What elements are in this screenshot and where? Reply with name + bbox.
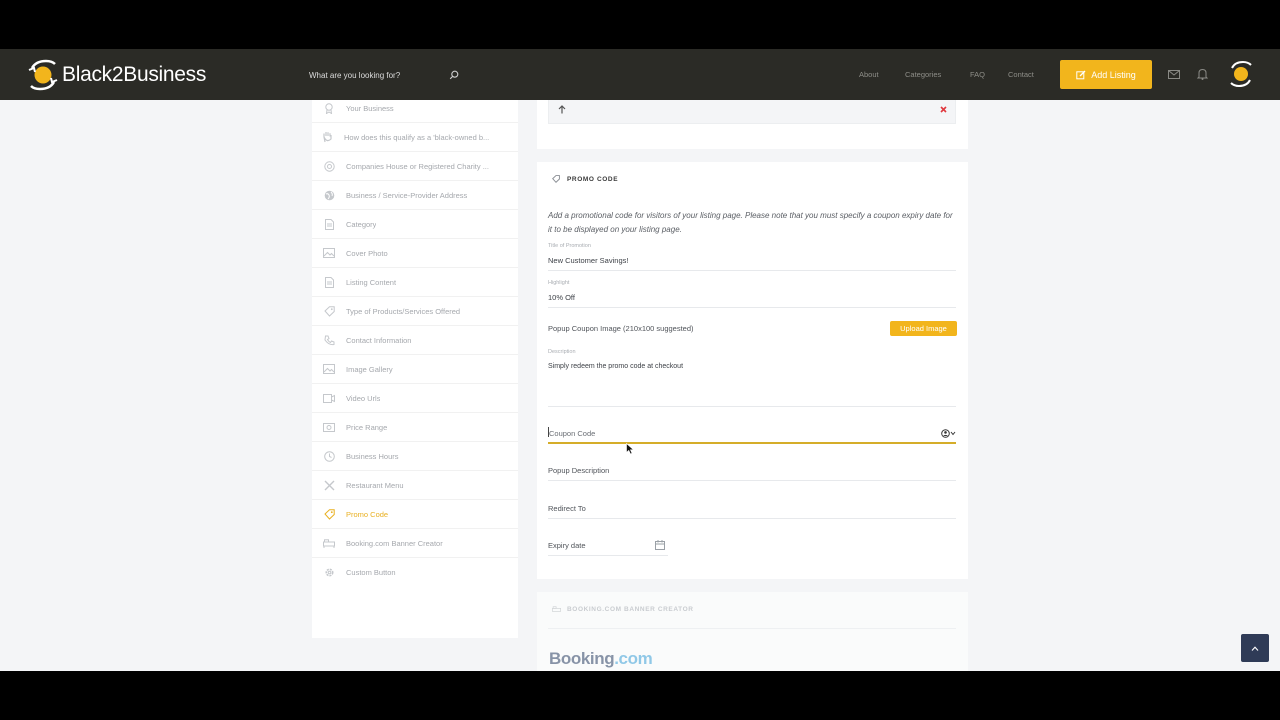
edit-icon	[1076, 70, 1086, 79]
bed-icon	[552, 606, 561, 612]
document-icon	[323, 218, 335, 230]
sidebar-item-promo-code[interactable]: Promo Code	[312, 500, 518, 529]
sidebar-item-video-urls[interactable]: Video Urls	[312, 384, 518, 413]
image-icon	[323, 247, 335, 259]
highlight-input[interactable]: 10% Off	[548, 293, 575, 302]
tag-icon	[552, 175, 560, 183]
promo-title-input[interactable]: New Customer Savings!	[548, 256, 628, 265]
utensils-icon	[323, 479, 335, 491]
bed-icon	[323, 537, 335, 549]
scroll-to-top-button[interactable]	[1241, 634, 1269, 662]
money-icon	[323, 421, 335, 433]
top-navbar: Black2Business What are you looking for?…	[0, 49, 1280, 100]
hand-icon	[321, 131, 333, 143]
brand-logo-icon	[28, 59, 58, 91]
promo-intro-text: Add a promotional code for visitors of y…	[548, 211, 953, 234]
coupon-code-input[interactable]: Coupon Code	[549, 429, 595, 438]
sidebar-item-your-business[interactable]: Your Business	[312, 94, 518, 123]
registered-icon	[323, 160, 335, 172]
phone-icon	[323, 334, 335, 346]
chevron-up-icon	[1251, 645, 1259, 651]
document-icon	[323, 276, 335, 288]
add-listing-label: Add Listing	[1091, 69, 1136, 80]
file-upload-strip	[548, 100, 956, 124]
sidebar-item-address[interactable]: Business / Service-Provider Address	[312, 181, 518, 210]
booking-logo: Booking.com	[549, 649, 653, 668]
popup-image-label: Popup Coupon Image (210x100 suggested)	[548, 324, 694, 333]
description-textarea[interactable]: Simply redeem the promo code at checkout	[548, 363, 683, 370]
highlight-label: Highlight	[548, 280, 570, 286]
sidebar-item-image-gallery[interactable]: Image Gallery	[312, 355, 518, 384]
password-manager-icon[interactable]	[941, 429, 957, 438]
gallery-icon	[323, 363, 335, 375]
calendar-icon[interactable]	[655, 540, 665, 550]
sidebar-item-contact-information[interactable]: Contact Information	[312, 326, 518, 355]
app-frame: Black2Business What are you looking for?…	[0, 49, 1280, 671]
nav-about[interactable]: About	[859, 70, 879, 79]
bell-icon[interactable]	[1197, 68, 1208, 80]
award-icon	[323, 102, 335, 114]
nav-contact[interactable]: Contact	[1008, 70, 1034, 79]
booking-divider	[548, 628, 956, 629]
search-icon[interactable]	[449, 70, 459, 80]
sidebar-item-qualification[interactable]: How does this qualify as a 'black-owned …	[312, 123, 518, 152]
sidebar-item-listing-content[interactable]: Listing Content	[312, 268, 518, 297]
user-avatar[interactable]	[1227, 60, 1255, 88]
mouse-cursor-icon	[626, 443, 634, 455]
brand-name: Black2Business	[62, 63, 207, 86]
sidebar-item-category[interactable]: Category	[312, 210, 518, 239]
arrow-up-icon[interactable]	[558, 105, 566, 114]
expiry-date-input[interactable]: Expiry date	[548, 541, 586, 550]
video-icon	[323, 392, 335, 404]
booking-banner-title: BOOKING.COM BANNER CREATOR	[567, 606, 694, 613]
promo-title-label: Title of Promotion	[548, 243, 591, 249]
globe-icon	[323, 189, 335, 201]
add-listing-button[interactable]: Add Listing	[1060, 60, 1152, 89]
clock-icon	[323, 450, 335, 462]
popup-description-underline	[548, 480, 956, 481]
description-label: Description	[548, 349, 576, 355]
mail-icon[interactable]	[1168, 70, 1180, 79]
sidebar-item-products-services[interactable]: Type of Products/Services Offered	[312, 297, 518, 326]
coupon-code-focus-underline	[548, 442, 956, 444]
tag-icon	[323, 508, 335, 520]
sidebar-item-companies-house[interactable]: Companies House or Registered Charity ..…	[312, 152, 518, 181]
popup-description-input[interactable]: Popup Description	[548, 466, 609, 475]
upload-image-button[interactable]: Upload Image	[890, 321, 957, 336]
listing-sections-sidebar: Your Business How does this qualify as a…	[312, 100, 518, 638]
expiry-date-underline	[548, 555, 668, 556]
nav-faq[interactable]: FAQ	[970, 70, 985, 79]
sidebar-item-custom-button[interactable]: Custom Button	[312, 558, 518, 587]
tag-icon	[323, 305, 335, 317]
description-underline	[548, 406, 956, 407]
gear-icon	[323, 567, 335, 579]
sidebar-item-business-hours[interactable]: Business Hours	[312, 442, 518, 471]
search-input[interactable]: What are you looking for?	[309, 71, 400, 80]
nav-categories[interactable]: Categories	[905, 70, 941, 79]
close-icon[interactable]	[940, 106, 947, 113]
brand-logo[interactable]: Black2Business	[26, 57, 206, 93]
highlight-underline	[548, 307, 956, 308]
sidebar-item-restaurant-menu[interactable]: Restaurant Menu	[312, 471, 518, 500]
redirect-to-input[interactable]: Redirect To	[548, 504, 586, 513]
sidebar-item-booking-banner[interactable]: Booking.com Banner Creator	[312, 529, 518, 558]
promo-code-title: PROMO CODE	[567, 176, 619, 183]
sidebar-item-cover-photo[interactable]: Cover Photo	[312, 239, 518, 268]
promo-title-underline	[548, 270, 956, 271]
sidebar-item-price-range[interactable]: Price Range	[312, 413, 518, 442]
redirect-to-underline	[548, 518, 956, 519]
search-bar[interactable]: What are you looking for?	[309, 67, 459, 83]
